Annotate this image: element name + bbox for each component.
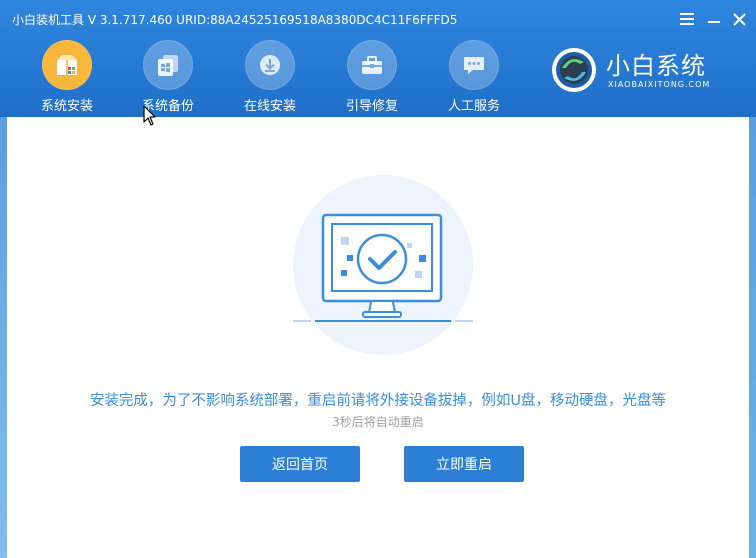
windows-copy-icon (143, 40, 193, 90)
app-header: 小白装机工具 V 3.1.717.460 URID:88A24525169518… (0, 0, 756, 117)
nav-label: 人工服务 (447, 99, 500, 114)
restart-now-button[interactable]: 立即重启 (404, 446, 524, 482)
brand-logo-icon (552, 48, 596, 92)
menu-icon[interactable] (676, 8, 698, 30)
main-content: 安装完成，为了不影响系统部署，重启前请将外接设备拔掉，例如U盘，移动硬盘，光盘等… (7, 117, 749, 558)
download-icon (245, 40, 295, 90)
nav-item-manual-service[interactable]: 人工服务 (438, 40, 510, 114)
nav-item-system-backup[interactable]: 系统备份 (132, 40, 204, 114)
install-complete-illustration (293, 175, 473, 355)
brand-name: 小白系统 (606, 52, 706, 80)
brand-subtitle: XIAOBAIXITONG.COM (608, 80, 711, 89)
restart-countdown: 3秒后将自动重启 (332, 415, 424, 429)
brand: 小白系统 XIAOBAIXITONG.COM (550, 44, 730, 100)
nav-label: 引导修复 (345, 99, 398, 114)
nav-item-boot-repair[interactable]: 引导修复 (336, 40, 408, 114)
mouse-cursor-icon (143, 105, 156, 126)
window-title: 小白装机工具 V 3.1.717.460 URID:88A24525169518… (12, 13, 458, 27)
right-window-edge (749, 117, 756, 558)
left-window-edge (0, 117, 7, 558)
chat-icon (449, 40, 499, 90)
nav-label: 在线安装 (243, 99, 296, 114)
box-icon (42, 40, 92, 90)
nav-item-system-install[interactable]: 系统安装 (31, 40, 103, 114)
close-icon[interactable] (728, 8, 750, 30)
back-home-button[interactable]: 返回首页 (240, 446, 360, 482)
install-complete-message: 安装完成，为了不影响系统部署，重启前请将外接设备拔掉，例如U盘，移动硬盘，光盘等 (89, 393, 667, 409)
minimize-icon[interactable] (703, 8, 725, 30)
nav-item-online-install[interactable]: 在线安装 (234, 40, 306, 114)
toolbox-icon (347, 40, 397, 90)
nav-label: 系统安装 (40, 99, 93, 114)
